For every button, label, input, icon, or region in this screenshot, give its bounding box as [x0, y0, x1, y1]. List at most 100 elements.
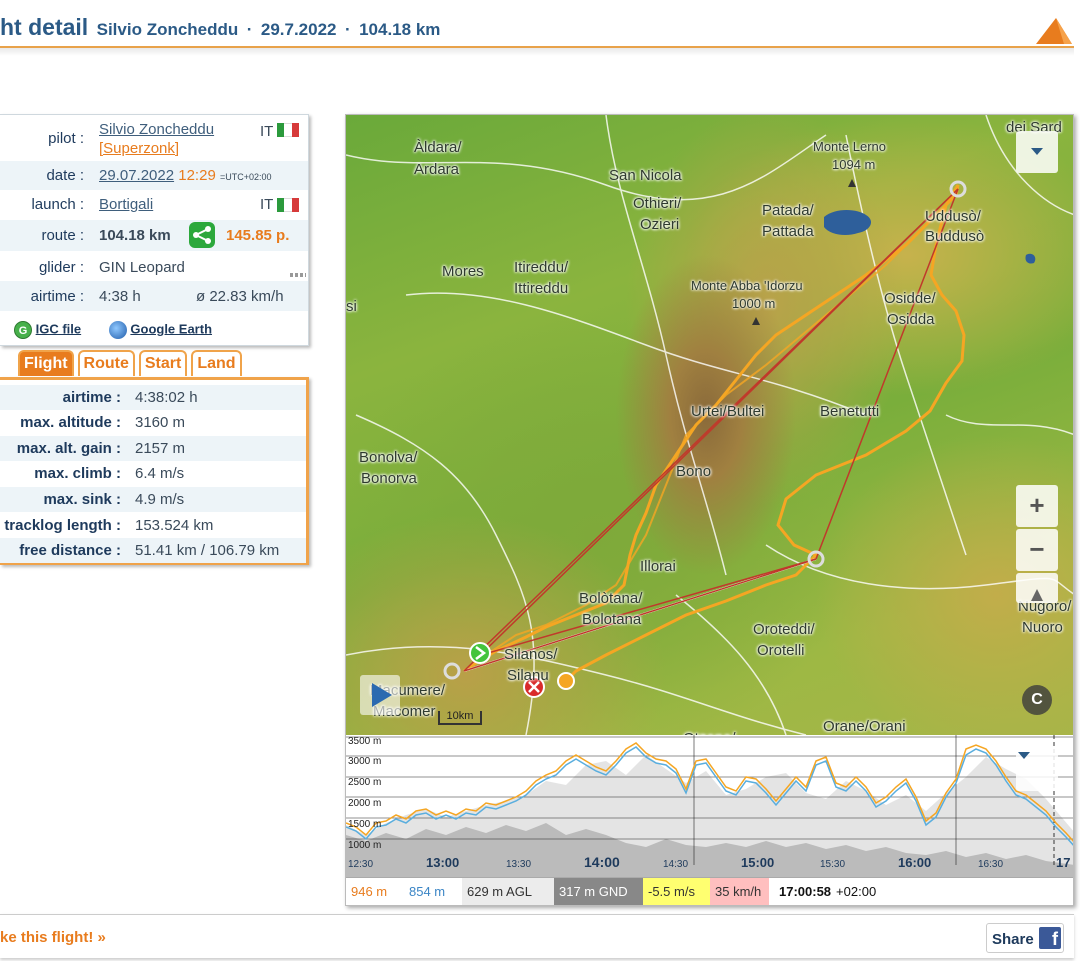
- y-tick: 2000 m: [348, 798, 381, 809]
- date-label: date :: [46, 167, 84, 184]
- glider-label: glider :: [38, 259, 84, 276]
- pilot-nick-link[interactable]: [Superzonk]: [99, 140, 179, 157]
- readout-vario: -5.5 m/s: [643, 878, 710, 905]
- start-marker-icon[interactable]: [469, 642, 491, 664]
- x-tick: 15:30: [820, 859, 845, 870]
- barogram-readout: 946 m 854 m 629 m AGL 317 m GND -5.5 m/s…: [346, 877, 1073, 905]
- stat-row: max. altitude :3160 m: [20, 414, 186, 431]
- current-position-marker[interactable]: [557, 672, 575, 690]
- chevron-down-icon: [1018, 752, 1030, 759]
- download-links: G IGC file Google Earth: [14, 321, 212, 339]
- tab-route[interactable]: Route: [77, 350, 135, 376]
- chevron-down-icon: [1031, 148, 1043, 155]
- page-header: ht detail Silvio Zoncheddu · 29.7.2022 ·…: [0, 0, 1080, 56]
- flight-stats-table: airtime :4:38:02 h max. altitude :3160 m…: [0, 377, 309, 565]
- date-link[interactable]: 29.07.2022: [99, 167, 174, 184]
- igc-file-icon: G: [14, 321, 32, 339]
- share-label: Share: [992, 931, 1034, 948]
- zoom-in-button[interactable]: +: [1016, 485, 1058, 527]
- x-tick: 16:30: [978, 859, 1003, 870]
- launch-time: 12:29: [178, 167, 216, 184]
- x-tick: 12:30: [348, 859, 373, 870]
- glider-class-icon: [290, 273, 306, 277]
- airtime-value: 4:38 h: [99, 288, 141, 305]
- x-tick: 14:30: [663, 859, 688, 870]
- arrow-up-icon: [1031, 589, 1043, 601]
- page-title: ht detail Silvio Zoncheddu · 29.7.2022 ·…: [0, 14, 440, 41]
- facebook-icon: f: [1039, 927, 1061, 949]
- y-tick: 1500 m: [348, 819, 381, 830]
- pilot-link[interactable]: Silvio Zoncheddu: [99, 121, 214, 138]
- play-icon: [372, 683, 392, 707]
- launch-link[interactable]: Bortigali: [99, 196, 153, 213]
- y-tick: 1000 m: [348, 840, 381, 851]
- glider-row: glider : GIN Leopard: [0, 251, 308, 281]
- title-sep-1: ·: [246, 20, 253, 39]
- copyright-icon[interactable]: C: [1022, 685, 1052, 715]
- route-type-icon[interactable]: [189, 222, 215, 248]
- italy-flag-icon: [277, 198, 299, 212]
- pilot-country-code: IT: [260, 123, 274, 140]
- barogram-dropdown-button[interactable]: [1016, 749, 1058, 791]
- google-earth-link[interactable]: Google Earth: [130, 321, 212, 336]
- route-distance: 104.18 km: [99, 227, 171, 244]
- play-button[interactable]: [360, 675, 400, 715]
- barogram-chart[interactable]: 3500 m 3000 m 2500 m 2000 m 1500 m 1000 …: [346, 735, 1073, 877]
- stat-row: max. sink :4.9 m/s: [0, 487, 306, 512]
- google-earth-icon: [108, 321, 127, 339]
- route-label: route :: [41, 227, 84, 244]
- pilot-label: pilot :: [48, 130, 84, 147]
- readout-agl: 629 m AGL: [462, 878, 554, 905]
- title-pilot: Silvio Zoncheddu: [96, 20, 239, 39]
- stat-row: max. alt. gain :2157 m: [0, 436, 306, 461]
- readout-altitude-baro: 854 m: [409, 884, 446, 899]
- stat-row: free distance :51.41 km / 106.79 km: [0, 538, 306, 563]
- readout-altitude-gps: 946 m: [351, 884, 388, 899]
- date-row: date : 29.07.2022 12:29 =UTC+02:00: [0, 161, 308, 190]
- launch-label: launch :: [31, 196, 84, 213]
- launch-row: launch : Bortigali IT: [0, 190, 308, 220]
- zoom-out-button[interactable]: −: [1016, 529, 1058, 571]
- title-text: ht detail: [0, 14, 89, 40]
- flight-info-box: pilot : Silvio Zoncheddu [Superzonk] IT …: [0, 114, 309, 346]
- x-tick: 14:00: [584, 854, 620, 870]
- x-tick: 16:00: [898, 855, 931, 870]
- like-flight-link[interactable]: ke this flight! »: [0, 929, 106, 946]
- readout-ground: 317 m GND: [554, 878, 643, 905]
- stat-row: airtime :4:38:02 h: [0, 385, 306, 410]
- y-tick: 3000 m: [348, 756, 381, 767]
- italy-flag-icon: [277, 123, 299, 137]
- share-button[interactable]: Share f: [986, 923, 1064, 953]
- stats-tabs: Flight Route Start Land: [18, 350, 242, 376]
- x-tick: 17: [1056, 855, 1070, 870]
- turnpoint-marker[interactable]: [443, 662, 461, 680]
- launch-country-code: IT: [260, 196, 274, 213]
- utc-offset: =UTC+02:00: [219, 172, 272, 182]
- stat-row: tracklog length :153.524 km: [4, 517, 214, 534]
- glider-value: GIN Leopard: [99, 259, 185, 276]
- route-row: route : 104.18 km 145.85 p.: [0, 220, 308, 251]
- x-tick: 15:00: [741, 855, 774, 870]
- map-scale: 10km: [438, 711, 482, 725]
- airtime-row: airtime : 4:38 h ø 22.83 km/h: [0, 281, 308, 311]
- avg-speed: ø 22.83 km/h: [196, 288, 284, 305]
- page-footer: ke this flight! » Share f: [0, 914, 1074, 958]
- igc-file-link[interactable]: IGC file: [36, 321, 82, 336]
- title-date: 29.7.2022: [260, 20, 337, 39]
- title-sep-2: ·: [344, 20, 351, 39]
- tab-flight[interactable]: Flight: [18, 350, 74, 376]
- route-points: 145.85 p.: [226, 227, 290, 244]
- pilot-row: pilot : Silvio Zoncheddu [Superzonk] IT: [0, 115, 308, 160]
- y-tick: 2500 m: [348, 777, 381, 788]
- readout-speed: 35 km/h: [710, 878, 769, 905]
- tab-land[interactable]: Land: [191, 350, 242, 376]
- layer-dropdown-button[interactable]: [1016, 131, 1058, 173]
- y-tick: 3500 m: [348, 736, 381, 747]
- tab-start[interactable]: Start: [138, 350, 188, 376]
- peak-icon: [752, 317, 760, 325]
- site-logo-icon[interactable]: [1034, 14, 1074, 46]
- flight-map[interactable]: Àldara/ Ardara San Nicola Monte Lerno 10…: [345, 114, 1074, 906]
- compass-button[interactable]: [1016, 573, 1058, 603]
- title-distance: 104.18 km: [359, 20, 441, 39]
- airtime-label: airtime :: [30, 288, 84, 305]
